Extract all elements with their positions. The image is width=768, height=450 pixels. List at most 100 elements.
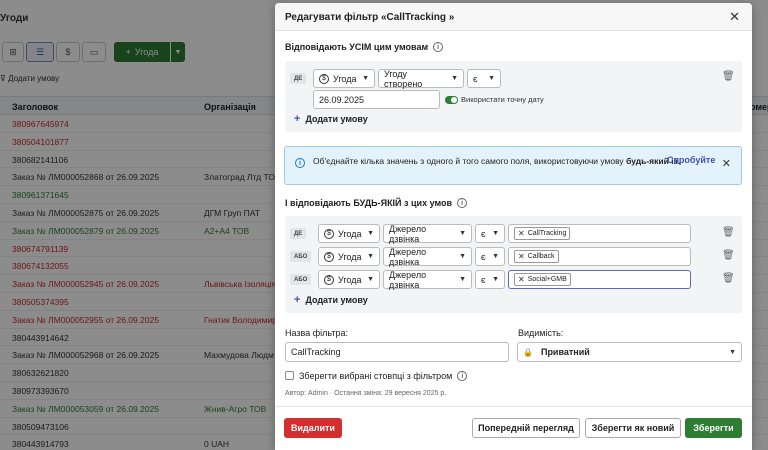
close-icon[interactable]: ✕: [722, 157, 731, 170]
chevron-down-icon: ▼: [367, 276, 374, 283]
operator-select[interactable]: є ▼: [475, 224, 505, 243]
dialog-header: Редагувати фільтр «CallTracking » ✕: [275, 3, 752, 31]
exact-date-toggle[interactable]: [445, 96, 458, 104]
author-meta: Автор: Admin · Остання зміна: 29 вересня…: [285, 390, 447, 397]
filter-name-label: Назва фільтра:: [285, 328, 348, 338]
operator-select[interactable]: є ▼: [475, 270, 505, 289]
any-conditions-label: І відповідають БУДЬ-ЯКІЙ з цих умов: [285, 198, 453, 208]
operator-select-value: є: [481, 274, 486, 285]
condition-tag: АБО: [290, 274, 312, 285]
chip-input[interactable]: ✕ CallTracking: [508, 224, 691, 243]
operator-select-value: є: [481, 228, 486, 239]
lock-icon: 🔒: [523, 347, 533, 357]
chip-label: Callback: [527, 253, 555, 260]
field-select[interactable]: Джерело дзвінка ▼: [383, 223, 472, 244]
chevron-down-icon: ▼: [362, 75, 369, 82]
chip-label: Social+GMB: [527, 276, 567, 283]
remove-chip-icon[interactable]: ✕: [518, 275, 525, 284]
remove-chip-icon[interactable]: ✕: [518, 252, 525, 261]
delete-button[interactable]: Видалити: [284, 418, 342, 438]
value-chip: ✕ Callback: [514, 250, 559, 263]
add-condition-label: Додати умову: [305, 114, 368, 124]
add-condition-button[interactable]: + Додати умову: [294, 294, 368, 306]
any-conditions-heading: І відповідають БУДЬ-ЯКІЙ з цих умов i: [285, 198, 468, 208]
trash-icon[interactable]: 🗑: [722, 71, 735, 82]
field-select-value: Джерело дзвінка: [389, 223, 427, 244]
entity-select[interactable]: $ Угода ▼: [318, 270, 380, 289]
info-icon[interactable]: i: [457, 371, 468, 381]
any-conditions-box: + Додати умову ДЕ $ Угода ▼ Джерело дзві…: [285, 216, 742, 313]
info-alert: i Об'єднайте кілька значень з одного й т…: [284, 146, 742, 185]
dialog-title: Редагувати фільтр «CallTracking »: [285, 12, 455, 23]
save-as-new-button[interactable]: Зберегти як новий: [585, 418, 681, 438]
all-conditions-box: ДЕ $ Угода ▼ Угоду створено ▼ є ▼ 🗑 26.0…: [285, 61, 742, 132]
try-it-link[interactable]: Спробуйте: [667, 155, 715, 165]
add-condition-button[interactable]: + Додати умову: [294, 113, 368, 125]
visibility-label: Видимість:: [518, 328, 564, 338]
info-icon[interactable]: i: [457, 198, 468, 208]
visibility-value: Приватний: [540, 347, 590, 357]
entity-select-value: Угода: [333, 73, 357, 84]
operator-select-value: є: [473, 73, 478, 84]
date-input[interactable]: 26.09.2025: [313, 90, 440, 109]
remove-chip-icon[interactable]: ✕: [518, 229, 525, 238]
entity-select-value: Угода: [338, 228, 362, 239]
visibility-select[interactable]: 🔒 Приватний ▼: [517, 342, 742, 362]
alert-text-prefix: Об'єднайте кілька значень з одного й тог…: [313, 156, 624, 166]
filter-name-input[interactable]: CallTracking: [285, 342, 509, 362]
chip-input[interactable]: ✕ Social+GMB: [508, 270, 691, 289]
deal-icon: $: [324, 228, 334, 239]
chevron-down-icon: ▼: [459, 276, 466, 283]
exact-date-label: Використати точну дату: [461, 95, 544, 104]
field-select[interactable]: Угоду створено ▼: [378, 68, 464, 89]
trash-icon[interactable]: 🗑: [722, 227, 735, 238]
entity-select-value: Угода: [338, 274, 362, 285]
entity-select[interactable]: $ Угода ▼: [318, 247, 380, 266]
field-select-value: Джерело дзвінка: [389, 246, 427, 267]
chip-input[interactable]: ✕ Callback: [508, 247, 691, 266]
condition-tag: ДЕ: [290, 73, 307, 84]
alert-text: Об'єднайте кілька значень з одного й тог…: [313, 155, 718, 168]
plus-icon: +: [294, 113, 301, 125]
operator-select[interactable]: є ▼: [475, 247, 505, 266]
all-conditions-label: Відповідають УСІМ цим умовам: [285, 42, 429, 52]
preview-button[interactable]: Попередній перегляд: [472, 418, 580, 438]
chevron-down-icon: ▼: [729, 348, 736, 356]
close-icon[interactable]: ✕: [729, 9, 740, 25]
chevron-down-icon: ▼: [367, 253, 374, 260]
condition-tag: ДЕ: [290, 228, 307, 239]
entity-select[interactable]: $ Угода ▼: [318, 224, 380, 243]
field-select[interactable]: Джерело дзвінка ▼: [383, 269, 472, 290]
all-conditions-heading: Відповідають УСІМ цим умовам i: [285, 42, 444, 52]
value-chip: ✕ Social+GMB: [514, 273, 571, 286]
deal-icon: $: [324, 274, 334, 285]
save-button[interactable]: Зберегти: [685, 418, 742, 438]
condition-tag: АБО: [290, 251, 312, 262]
trash-icon[interactable]: 🗑: [722, 250, 735, 261]
chevron-down-icon: ▼: [459, 230, 466, 237]
entity-select[interactable]: $ Угода ▼: [313, 69, 375, 88]
chevron-down-icon: ▼: [367, 230, 374, 237]
operator-select[interactable]: є ▼: [467, 69, 501, 88]
field-select-value: Угоду створено: [384, 68, 423, 89]
save-columns-checkbox[interactable]: [285, 371, 294, 380]
info-icon[interactable]: i: [433, 42, 444, 52]
trash-icon[interactable]: 🗑: [722, 273, 735, 284]
save-columns-row: Зберегти вибрані стовпці з фільтром i: [299, 371, 468, 381]
chevron-down-icon: ▼: [492, 253, 499, 260]
chevron-down-icon: ▼: [492, 276, 499, 283]
add-condition-label: Додати умову: [305, 295, 368, 305]
plus-icon: +: [294, 294, 301, 306]
chevron-down-icon: ▼: [492, 230, 499, 237]
chevron-down-icon: ▼: [459, 253, 466, 260]
value-chip: ✕ CallTracking: [514, 227, 571, 240]
deal-icon: $: [319, 73, 329, 84]
save-columns-label: Зберегти вибрані стовпці з фільтром: [299, 371, 453, 381]
chip-label: CallTracking: [527, 230, 567, 237]
info-icon: i: [295, 158, 305, 168]
field-select-value: Джерело дзвінка: [389, 269, 427, 290]
field-select[interactable]: Джерело дзвінка ▼: [383, 246, 472, 267]
chevron-down-icon: ▼: [451, 75, 458, 82]
entity-select-value: Угода: [338, 251, 362, 262]
operator-select-value: є: [481, 251, 486, 262]
